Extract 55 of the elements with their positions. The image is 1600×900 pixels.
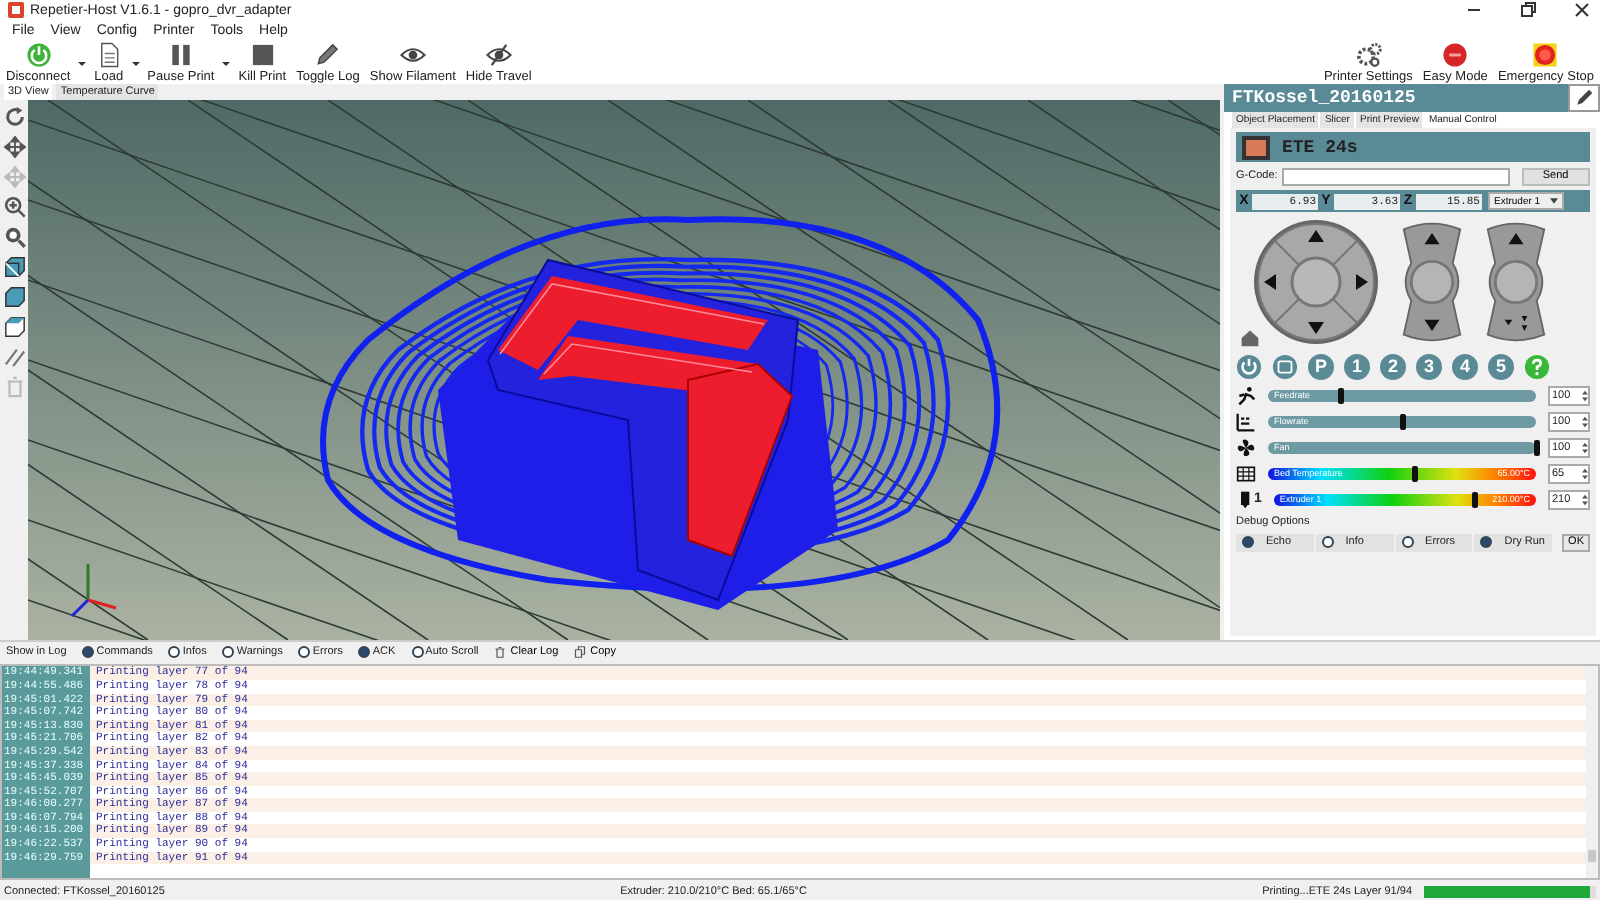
spinner-arrows-icon xyxy=(1582,389,1588,402)
move-icon[interactable] xyxy=(3,136,25,159)
slider-thumb[interactable] xyxy=(1533,439,1539,456)
gears-icon xyxy=(1355,42,1382,69)
round-button[interactable]: 4 xyxy=(1452,353,1478,380)
stop-sign-icon xyxy=(1532,42,1559,69)
scrollbar[interactable] xyxy=(1586,666,1598,879)
spinner-arrows-icon xyxy=(1582,441,1588,454)
slash-lines-icon[interactable] xyxy=(3,346,25,369)
zoom-fit-icon[interactable] xyxy=(3,226,25,249)
dropdown-arrow-icon[interactable] xyxy=(78,59,87,68)
stop-icon xyxy=(249,42,276,69)
printer-name: FTKossel_20160125 xyxy=(1232,88,1416,109)
slider-thumb[interactable] xyxy=(1412,465,1419,482)
rotate-icon[interactable] xyxy=(3,106,25,129)
restore-icon[interactable] xyxy=(1518,0,1538,21)
extruder-jog-pad[interactable] xyxy=(1484,220,1548,345)
fan-icon xyxy=(1236,437,1256,458)
copy-icon xyxy=(574,646,587,659)
round-button[interactable]: P xyxy=(1308,353,1334,380)
edit-button[interactable] xyxy=(1568,84,1600,113)
round-button[interactable]: 3 xyxy=(1416,353,1442,380)
cube-icon[interactable] xyxy=(3,256,25,279)
round-badge-icon xyxy=(1442,42,1469,69)
close-icon[interactable] xyxy=(1572,0,1592,21)
xy-jog-pad[interactable] xyxy=(1252,218,1380,347)
power-button[interactable] xyxy=(1236,353,1262,380)
flow-icon xyxy=(1236,411,1256,432)
spinner-arrows-icon xyxy=(1582,467,1588,480)
heated-bed-icon xyxy=(1236,463,1256,484)
caret-icon xyxy=(1550,198,1558,205)
home-icon[interactable] xyxy=(1240,328,1260,349)
pencil-icon xyxy=(1574,88,1594,109)
spinner-arrows-icon xyxy=(1582,493,1588,506)
axes-icon xyxy=(70,564,117,619)
dropdown-arrow-icon[interactable] xyxy=(222,59,231,68)
zoom-in-icon[interactable] xyxy=(3,196,25,219)
slider-thumb[interactable] xyxy=(1472,491,1479,508)
eta-text: ETE 24s xyxy=(1282,137,1358,158)
printer-icon xyxy=(1242,135,1270,160)
round-button[interactable]: 1 xyxy=(1344,353,1370,380)
slider-thumb[interactable] xyxy=(1337,387,1344,404)
z-jog-pad[interactable] xyxy=(1400,220,1464,345)
trash-icon xyxy=(494,646,507,659)
cube-icon[interactable] xyxy=(3,316,25,339)
running-figure-icon xyxy=(1236,385,1256,406)
gcode-field[interactable] xyxy=(1281,167,1510,186)
spinner-arrows-icon xyxy=(1582,415,1588,428)
round-button[interactable]: 5 xyxy=(1488,353,1514,380)
slider-thumb[interactable] xyxy=(1399,413,1405,430)
dropdown-arrow-icon[interactable] xyxy=(131,59,140,68)
scrollbar-thumb[interactable] xyxy=(1588,850,1596,863)
round-button[interactable]: 2 xyxy=(1380,353,1406,380)
help-button[interactable] xyxy=(1524,353,1550,380)
pause-icon xyxy=(167,42,194,69)
